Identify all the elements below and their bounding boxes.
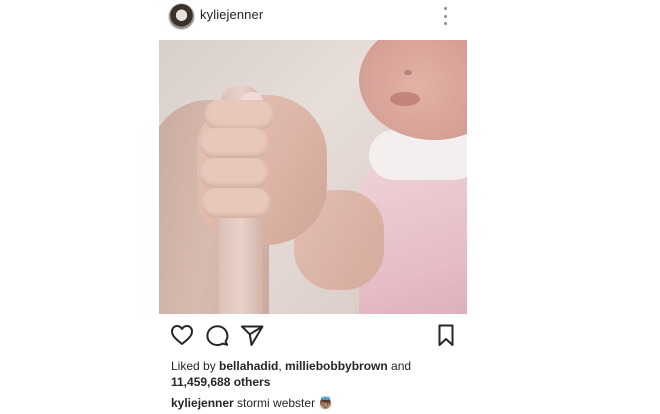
- caption-text: stormi webster: [237, 396, 316, 410]
- post-photo[interactable]: [159, 40, 467, 314]
- baby-finger: [204, 100, 274, 130]
- instagram-post: kyliejenner Liked by bellahadid, millieb…: [159, 0, 467, 414]
- baby-finger: [201, 188, 271, 218]
- likes-conjunction: and: [387, 359, 412, 373]
- likes-count[interactable]: 11,459,688 others: [171, 375, 270, 389]
- liker-bellahadid[interactable]: bellahadid: [219, 359, 278, 373]
- profile-avatar[interactable]: [168, 3, 195, 30]
- caption-emoji: 👼🏽: [318, 396, 334, 410]
- caption-username[interactable]: kyliejenner: [171, 396, 234, 410]
- comment-icon[interactable]: [204, 322, 230, 348]
- post-actions: [159, 322, 467, 350]
- post-caption: kyliejenner stormi webster 👼🏽: [171, 395, 461, 411]
- more-vertical-icon[interactable]: [439, 7, 451, 25]
- post-header: kyliejenner: [159, 0, 467, 36]
- likes-text: Liked by bellahadid, milliebobbybrown an…: [171, 358, 461, 390]
- baby-face: [359, 40, 467, 140]
- baby-nose: [404, 70, 412, 75]
- baby-mouth: [390, 92, 420, 106]
- send-icon[interactable]: [239, 322, 265, 348]
- baby-finger: [199, 128, 269, 158]
- bookmark-icon[interactable]: [433, 322, 459, 348]
- likes-prefix: Liked by: [171, 359, 220, 373]
- liker-milliebobbybrown[interactable]: milliebobbybrown: [285, 359, 388, 373]
- post-username[interactable]: kyliejenner: [200, 7, 263, 22]
- baby-finger: [199, 158, 269, 188]
- heart-icon[interactable]: [169, 322, 195, 348]
